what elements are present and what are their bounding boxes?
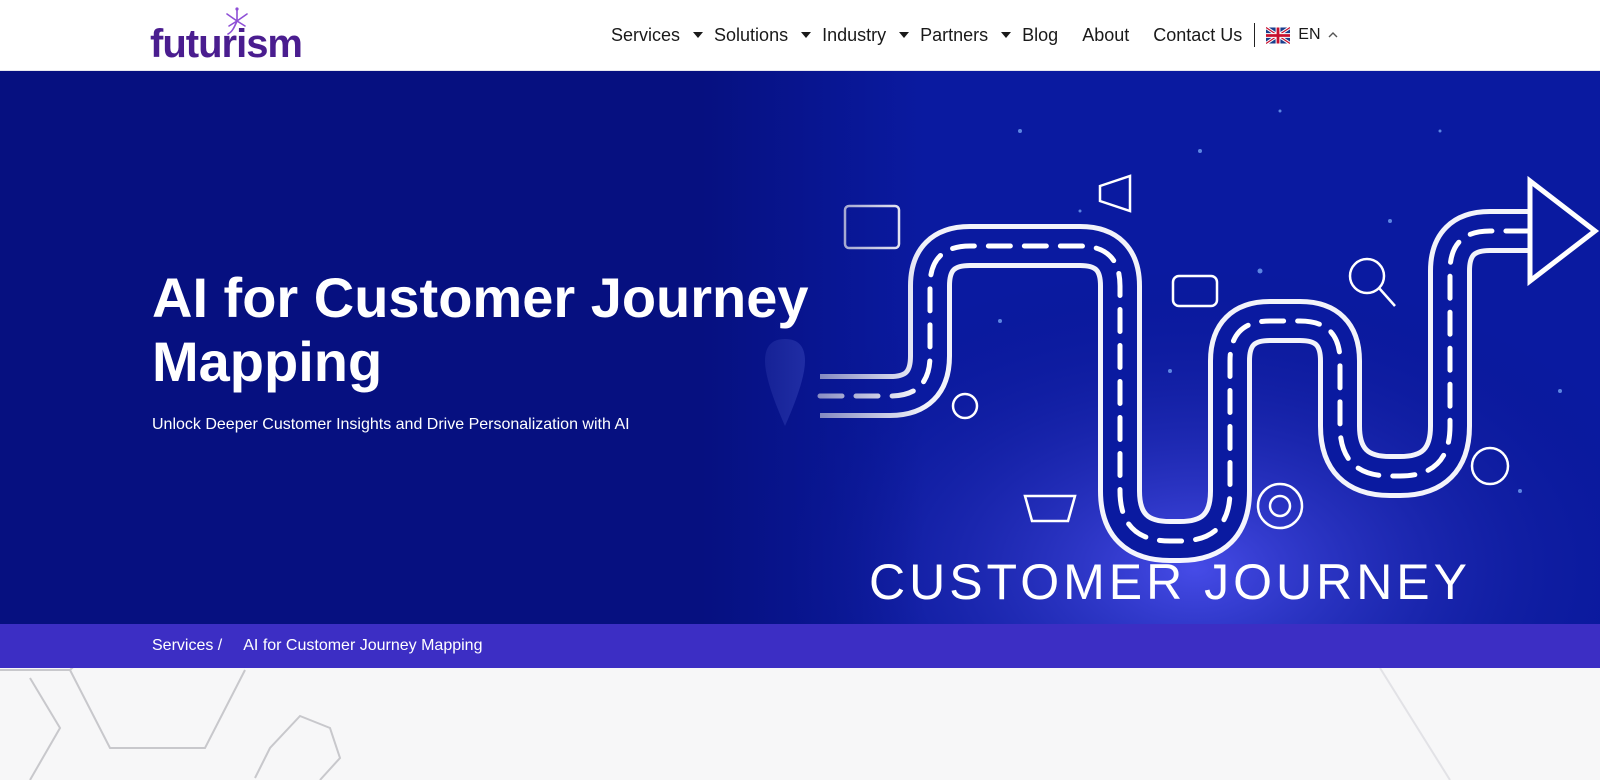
caret-down-icon (899, 32, 910, 38)
nav-partners[interactable]: Partners (920, 25, 1022, 46)
nav-contact-us[interactable]: Contact Us (1153, 25, 1242, 46)
main-nav: Services Solutions Industry Partners Blo… (611, 0, 1339, 70)
nav-industry[interactable]: Industry (822, 25, 920, 46)
nav-solutions-label: Solutions (714, 24, 789, 45)
uk-flag-icon (1266, 26, 1291, 44)
breadcrumb-services-link[interactable]: Services / (152, 637, 222, 655)
hexagon-pattern (0, 668, 1451, 780)
language-code: EN (1298, 26, 1321, 43)
nav-services-label: Services (611, 24, 681, 45)
nav-blog[interactable]: Blog (1022, 25, 1058, 46)
nav-services[interactable]: Services (611, 25, 714, 46)
nav-solutions[interactable]: Solutions (714, 25, 822, 46)
nav-industry-label: Industry (822, 24, 887, 45)
customer-journey-illustration: CUSTOMER JOURNEY (700, 71, 1600, 624)
site-header: futurism Services Solutions Industry Par… (0, 0, 1600, 71)
caret-down-icon (1001, 32, 1012, 38)
language-selector[interactable]: EN (1254, 23, 1338, 47)
caret-down-icon (801, 32, 812, 38)
caret-down-icon (693, 32, 704, 38)
logo-text: futurism (150, 22, 303, 66)
hero-banner: CUSTOMER JOURNEY AI for Customer Journey… (0, 71, 1600, 624)
next-section (0, 668, 1600, 780)
nav-partners-label: Partners (920, 24, 989, 45)
breadcrumb-current: AI for Customer Journey Mapping (243, 637, 483, 654)
hero-title: AI for Customer Journey Mapping (152, 266, 809, 393)
chevron-up-icon (1328, 32, 1338, 38)
futurism-logo[interactable]: futurism (150, 6, 303, 66)
hero-subtitle: Unlock Deeper Customer Insights and Driv… (152, 416, 630, 433)
illustration-caption: CUSTOMER JOURNEY (869, 554, 1471, 610)
breadcrumb: Services / AI for Customer Journey Mappi… (0, 624, 1600, 668)
nav-about[interactable]: About (1082, 25, 1129, 46)
